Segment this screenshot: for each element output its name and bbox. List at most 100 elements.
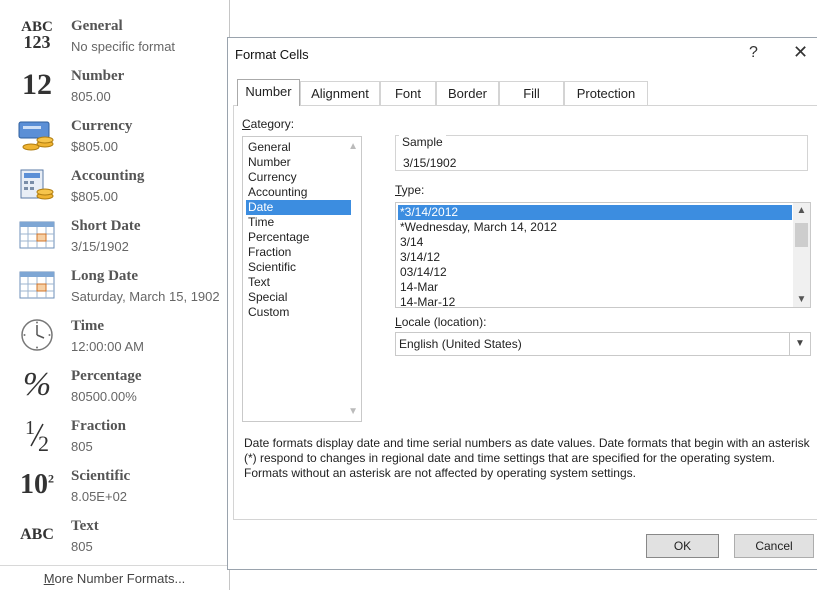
format-item-currency[interactable]: Currency $805.00: [0, 110, 229, 160]
format-item-label: Time: [71, 318, 105, 334]
fraction-icon: 1 2: [25, 417, 49, 456]
category-accelerator: C: [242, 117, 251, 131]
format-item-label: Fraction: [71, 418, 126, 434]
format-item-sample: Saturday, March 15, 1902: [71, 289, 220, 304]
type-item[interactable]: 3/14: [398, 235, 792, 250]
chevron-down-icon[interactable]: ▼: [789, 333, 810, 355]
tab-alignment[interactable]: Alignment: [300, 81, 380, 105]
format-cells-dialog: Format Cells ? ✕ Number Alignment Font B…: [227, 37, 817, 570]
format-item-general[interactable]: ABC 123 General No specific format: [0, 10, 229, 60]
format-item-label: Short Date: [71, 218, 141, 234]
abc-123-icon: ABC 123: [21, 18, 53, 52]
format-item-accounting[interactable]: Accounting $805.00: [0, 160, 229, 210]
format-item-label: Currency: [71, 118, 133, 134]
long-date-calendar-icon: [14, 266, 60, 304]
format-item-sample: 8.05E+02: [71, 489, 128, 504]
format-item-label: General: [71, 18, 123, 34]
accounting-icon: [14, 166, 60, 204]
currency-icon: [14, 116, 60, 154]
more-formats-label: ore Number Formats...: [54, 571, 186, 586]
tab-font[interactable]: Font: [380, 81, 436, 105]
more-number-formats-link[interactable]: More Number Formats...: [0, 565, 229, 591]
format-item-label: Scientific: [71, 468, 131, 484]
number-format-dropdown: ABC 123 General No specific format 12 Nu…: [0, 0, 230, 590]
category-item-scientific[interactable]: Scientific: [246, 260, 351, 275]
format-item-sample: $805.00: [71, 139, 118, 154]
format-item-fraction[interactable]: 1 2 Fraction 805: [0, 410, 229, 460]
category-item-percentage[interactable]: Percentage: [246, 230, 351, 245]
category-item-currency[interactable]: Currency: [246, 170, 351, 185]
type-listbox[interactable]: *3/14/2012 *Wednesday, March 14, 2012 3/…: [395, 202, 811, 308]
category-item-general[interactable]: General: [246, 140, 351, 155]
category-item-time[interactable]: Time: [246, 215, 351, 230]
type-item[interactable]: *3/14/2012: [398, 205, 792, 220]
type-item[interactable]: 14-Mar-12: [398, 295, 792, 306]
sample-value: 3/15/1902: [403, 156, 457, 170]
type-label: Type:: [395, 183, 424, 197]
type-item[interactable]: 3/14/12: [398, 250, 792, 265]
tab-number[interactable]: Number: [237, 79, 300, 106]
tab-protection[interactable]: Protection: [564, 81, 648, 105]
format-item-sample: 3/15/1902: [71, 239, 129, 254]
scroll-up-icon[interactable]: ▲: [793, 205, 810, 216]
type-accelerator: T: [395, 183, 402, 197]
close-icon[interactable]: ✕: [793, 42, 808, 63]
format-item-text[interactable]: ABC Text 805: [0, 510, 229, 560]
locale-value: English (United States): [399, 337, 522, 351]
format-item-sample: 805: [71, 439, 93, 454]
format-item-sample: 805.00: [71, 89, 111, 104]
abc-text-icon: ABC: [20, 526, 54, 543]
format-item-sample: $805.00: [71, 189, 118, 204]
category-listbox[interactable]: General Number Currency Accounting Date …: [242, 136, 362, 422]
category-item-accounting[interactable]: Accounting: [246, 185, 351, 200]
category-label-text: ategory:: [250, 117, 295, 131]
format-item-label: Text: [71, 518, 99, 534]
type-item[interactable]: 14-Mar: [398, 280, 792, 295]
clock-icon: [14, 316, 60, 354]
locale-label-text: ocale (location):: [401, 315, 487, 329]
cancel-button[interactable]: Cancel: [734, 534, 814, 558]
locale-label: Locale (location):: [395, 315, 486, 329]
format-item-scientific[interactable]: 102 Scientific 8.05E+02: [0, 460, 229, 510]
category-label: Category:: [242, 117, 294, 131]
type-label-text: ype:: [401, 183, 425, 197]
category-item-custom[interactable]: Custom: [246, 305, 351, 320]
format-item-long-date[interactable]: Long Date Saturday, March 15, 1902: [0, 260, 229, 310]
percent-icon: %: [22, 366, 52, 403]
type-scrollbar[interactable]: ▲ ▼: [793, 203, 810, 307]
locale-accelerator: L: [395, 315, 402, 329]
tab-fill[interactable]: Fill: [499, 81, 564, 105]
category-item-text[interactable]: Text: [246, 275, 351, 290]
format-description: Date formats display date and time seria…: [244, 436, 810, 480]
dialog-tabs: Number Alignment Font Border Fill Protec…: [237, 79, 814, 106]
format-item-time[interactable]: Time 12:00:00 AM: [0, 310, 229, 360]
dialog-title: Format Cells: [235, 47, 309, 62]
category-item-date[interactable]: Date: [246, 200, 351, 215]
format-item-label: Long Date: [71, 268, 139, 284]
tab-border[interactable]: Border: [436, 81, 499, 105]
format-item-number[interactable]: 12 Number 805.00: [0, 60, 229, 110]
category-scroll-up-icon[interactable]: ▲: [348, 141, 358, 152]
ok-button[interactable]: OK: [646, 534, 719, 558]
category-item-fraction[interactable]: Fraction: [246, 245, 351, 260]
format-item-sample: 80500.00%: [71, 389, 137, 404]
format-item-label: Percentage: [71, 368, 142, 384]
type-item[interactable]: *Wednesday, March 14, 2012: [398, 220, 792, 235]
number-12-icon: 12: [22, 68, 52, 101]
sample-label: Sample: [399, 135, 446, 149]
more-formats-accelerator: M: [43, 571, 55, 586]
category-item-number[interactable]: Number: [246, 155, 351, 170]
format-item-percentage[interactable]: % Percentage 80500.00%: [0, 360, 229, 410]
category-item-special[interactable]: Special: [246, 290, 351, 305]
scroll-down-icon[interactable]: ▼: [793, 294, 810, 305]
locale-dropdown[interactable]: English (United States) ▼: [395, 332, 811, 356]
type-item[interactable]: 03/14/12: [398, 265, 792, 280]
scrollbar-thumb[interactable]: [795, 223, 808, 247]
category-scroll-down-icon[interactable]: ▼: [348, 406, 358, 417]
short-date-calendar-icon: [14, 216, 60, 254]
format-item-short-date[interactable]: Short Date 3/15/1902: [0, 210, 229, 260]
format-item-sample: 12:00:00 AM: [71, 339, 144, 354]
format-item-sample: No specific format: [71, 39, 176, 54]
help-icon[interactable]: ?: [749, 44, 758, 62]
scientific-icon: 102: [20, 469, 54, 500]
